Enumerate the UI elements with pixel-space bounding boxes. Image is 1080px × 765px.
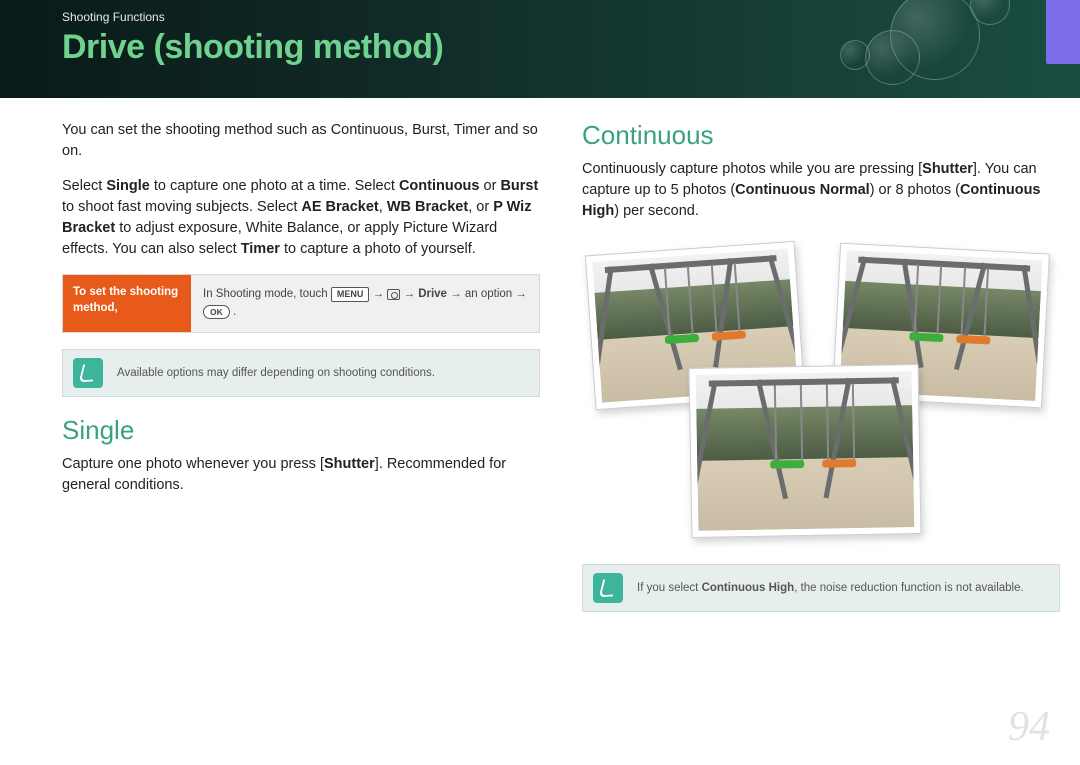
sample-photo: [689, 364, 922, 538]
single-body: Capture one photo whenever you press [Sh…: [62, 454, 540, 496]
left-column: You can set the shooting method such as …: [62, 120, 552, 622]
continuous-heading: Continuous: [582, 120, 1060, 151]
instruction-body: In Shooting mode, touch MENU → → Drive →…: [191, 275, 539, 332]
page-header: Shooting Functions Drive (shooting metho…: [0, 0, 1080, 98]
note-box-left: Available options may differ depending o…: [62, 349, 540, 397]
breadcrumb: Shooting Functions: [62, 10, 1080, 24]
note-icon: [73, 358, 103, 388]
note-icon: [593, 573, 623, 603]
intro-paragraph-2: Select Single to capture one photo at a …: [62, 176, 540, 260]
page-number: 94: [1008, 703, 1050, 751]
page-title: Drive (shooting method): [62, 28, 1080, 67]
instruction-label: To set the shooting method,: [63, 275, 191, 332]
camera-icon: [387, 289, 400, 300]
menu-key-icon: MENU: [331, 287, 370, 302]
intro-paragraph-1: You can set the shooting method such as …: [62, 120, 540, 162]
ok-key-icon: OK: [203, 305, 230, 319]
note-box-right: If you select Continuous High, the noise…: [582, 564, 1060, 612]
corner-tab: [1046, 0, 1080, 64]
note-text: If you select Continuous High, the noise…: [637, 582, 1024, 594]
note-text: Available options may differ depending o…: [117, 367, 435, 379]
right-column: Continuous Continuously capture photos w…: [582, 120, 1072, 622]
single-heading: Single: [62, 415, 540, 446]
continuous-body: Continuously capture photos while you ar…: [582, 159, 1060, 222]
sample-photo-stack: [582, 236, 1060, 546]
instruction-box: To set the shooting method, In Shooting …: [62, 274, 540, 333]
